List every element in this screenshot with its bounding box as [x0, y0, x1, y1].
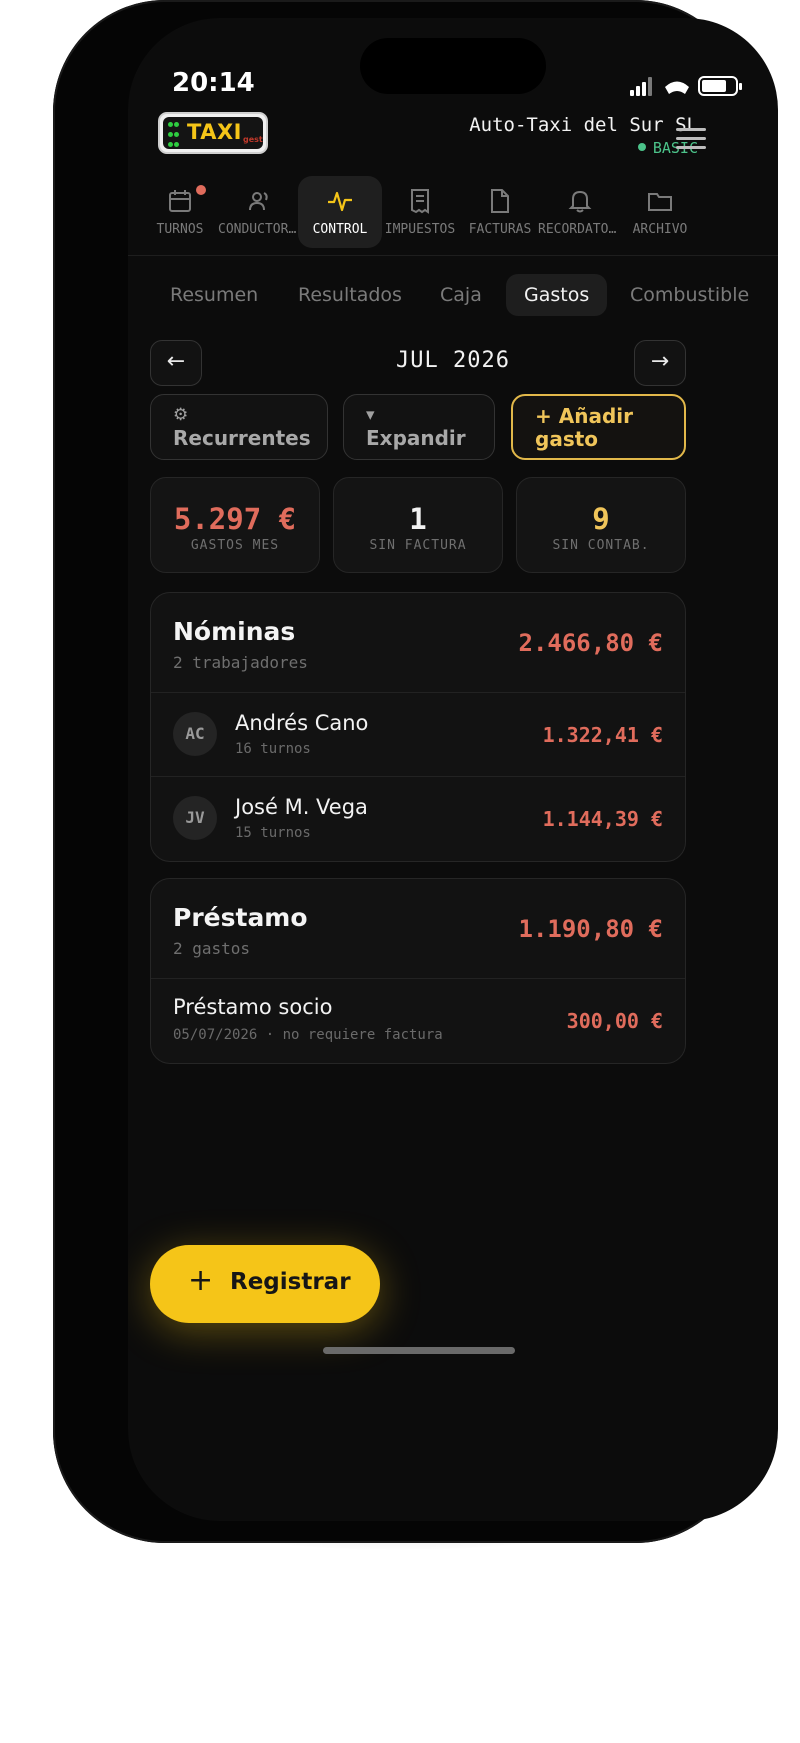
group-header[interactable]: Nóminas 2 trabajadores 2.466,80 €	[151, 593, 685, 693]
nav-item-turnos[interactable]: TURNOS	[138, 176, 222, 248]
company-info: Auto-Taxi del Sur SL BASIC	[469, 114, 698, 157]
folder-icon	[648, 193, 672, 211]
section-tabs: Resumen Resultados Caja Gastos Combustib…	[128, 274, 778, 316]
nav-item-control[interactable]: CONTROL	[298, 176, 382, 248]
stat-label: SIN CONTAB.	[552, 538, 650, 553]
stat-card-sin-factura[interactable]: 1 SIN FACTURA	[333, 477, 503, 573]
row-name: Préstamo socio	[173, 995, 333, 1019]
stat-label: SIN FACTURA	[369, 538, 467, 553]
nav-label: CONDUCTORES	[218, 222, 302, 237]
row-detail: 15 turnos	[235, 825, 311, 841]
battery-icon	[698, 76, 742, 96]
stat-card-sin-contab[interactable]: 9 SIN CONTAB.	[516, 477, 686, 573]
nav-item-recordatorios[interactable]: RECORDATORIOS	[538, 176, 622, 248]
dynamic-island	[360, 38, 546, 94]
stat-label: GASTOS MES	[190, 538, 280, 553]
row-name: Andrés Cano	[235, 711, 369, 735]
row-amount: 1.144,39 €	[542, 807, 663, 831]
row-detail: 16 turnos	[235, 741, 311, 757]
row-amount: 1.322,41 €	[542, 723, 663, 747]
group-title: Nóminas	[173, 617, 296, 646]
stat-value: 1	[409, 502, 427, 536]
logo-text: TAXI	[187, 120, 242, 144]
nav-label: IMPUESTOS	[384, 222, 456, 237]
nav-item-facturas[interactable]: FACTURAS	[458, 176, 542, 248]
expense-group-prestamo: Préstamo 2 gastos 1.190,80 € Préstamo so…	[150, 878, 686, 1064]
recurring-label: Recurrentes	[173, 426, 311, 450]
row-amount: 300,00 €	[566, 1009, 663, 1033]
gear-icon: ⚙	[173, 405, 189, 425]
main-nav: TURNOS CONDUCTORES CONTROL IMPUESTOS FAC…	[138, 176, 768, 248]
tab-resultados[interactable]: Resultados	[280, 274, 420, 316]
expand-label: Expandir	[366, 426, 466, 450]
triangle-down-icon: ▾	[366, 405, 375, 425]
stat-value: 5.297 €	[173, 502, 297, 536]
nav-label: CONTROL	[312, 222, 368, 237]
register-label: Registrar	[230, 1269, 351, 1295]
logo-dots-icon	[168, 122, 180, 148]
expense-row[interactable]: AC Andrés Cano 16 turnos 1.322,41 €	[151, 693, 685, 777]
app-logo: TAXI gest	[158, 112, 268, 154]
bell-icon	[568, 190, 592, 213]
group-total: 1.190,80 €	[518, 915, 664, 943]
wifi-icon	[665, 81, 689, 94]
file-icon	[491, 189, 509, 213]
tab-resumen[interactable]: Resumen	[152, 274, 276, 316]
plus-icon: +	[535, 404, 552, 428]
pulse-icon	[328, 191, 352, 212]
status-time: 20:14	[172, 68, 255, 98]
nav-item-impuestos[interactable]: IMPUESTOS	[378, 176, 462, 248]
expand-button[interactable]: ▾ Expandir	[343, 394, 495, 460]
home-indicator[interactable]	[323, 1347, 515, 1354]
receipt-icon	[411, 189, 429, 214]
stat-value: 9	[592, 502, 610, 536]
plan-badge: BASIC	[469, 139, 698, 157]
company-name: Auto-Taxi del Sur SL	[469, 114, 698, 136]
register-button[interactable]: + Registrar	[150, 1245, 380, 1323]
tab-gastos[interactable]: Gastos	[506, 274, 608, 316]
phone-frame: 20:14 TAXI gest Auto-Taxi del Sur SL TUR…	[53, 0, 778, 1543]
logo-sub: gest	[243, 135, 263, 144]
group-total: 2.466,80 €	[518, 629, 664, 657]
users-icon	[249, 192, 268, 211]
expense-group-nominas: Nóminas 2 trabajadores 2.466,80 € AC And…	[150, 592, 686, 862]
nav-label: RECORDATORIOS	[538, 222, 622, 237]
group-title: Préstamo	[173, 903, 308, 932]
nav-divider	[128, 255, 778, 256]
nav-label: TURNOS	[156, 222, 204, 237]
nav-item-archivo[interactable]: ARCHIVO	[618, 176, 702, 248]
avatar: AC	[173, 712, 217, 756]
tab-caja[interactable]: Caja	[422, 274, 500, 316]
expense-row[interactable]: JV José M. Vega 15 turnos 1.144,39 €	[151, 777, 685, 861]
hamburger-menu-icon[interactable]	[676, 128, 706, 150]
plan-status-dot	[637, 143, 646, 151]
nav-item-conductores[interactable]: CONDUCTORES	[218, 176, 302, 248]
calendar-icon	[169, 190, 191, 212]
expense-row[interactable]: Préstamo socio 05/07/2026 · no requiere …	[151, 979, 685, 1063]
avatar: JV	[173, 796, 217, 840]
app-screen: 20:14 TAXI gest Auto-Taxi del Sur SL TUR…	[128, 18, 778, 1521]
signal-icon	[630, 76, 656, 96]
nav-label: ARCHIVO	[632, 222, 688, 237]
add-expense-button[interactable]: + Añadir gasto	[511, 394, 686, 460]
notification-dot	[196, 185, 206, 195]
status-icons	[630, 76, 742, 100]
row-name: José M. Vega	[235, 795, 368, 819]
tab-combustible[interactable]: Combustible	[612, 274, 767, 316]
row-detail: 05/07/2026 · no requiere factura	[173, 1027, 443, 1043]
next-month-button[interactable]: →	[634, 340, 686, 386]
nav-label: FACTURAS	[468, 222, 532, 237]
recurring-button[interactable]: ⚙ Recurrentes	[150, 394, 328, 460]
group-header[interactable]: Préstamo 2 gastos 1.190,80 €	[151, 879, 685, 979]
stat-card-gastos-mes: 5.297 € GASTOS MES	[150, 477, 320, 573]
plus-icon: +	[188, 1263, 214, 1298]
group-subtitle: 2 trabajadores	[173, 653, 308, 672]
group-subtitle: 2 gastos	[173, 939, 251, 958]
